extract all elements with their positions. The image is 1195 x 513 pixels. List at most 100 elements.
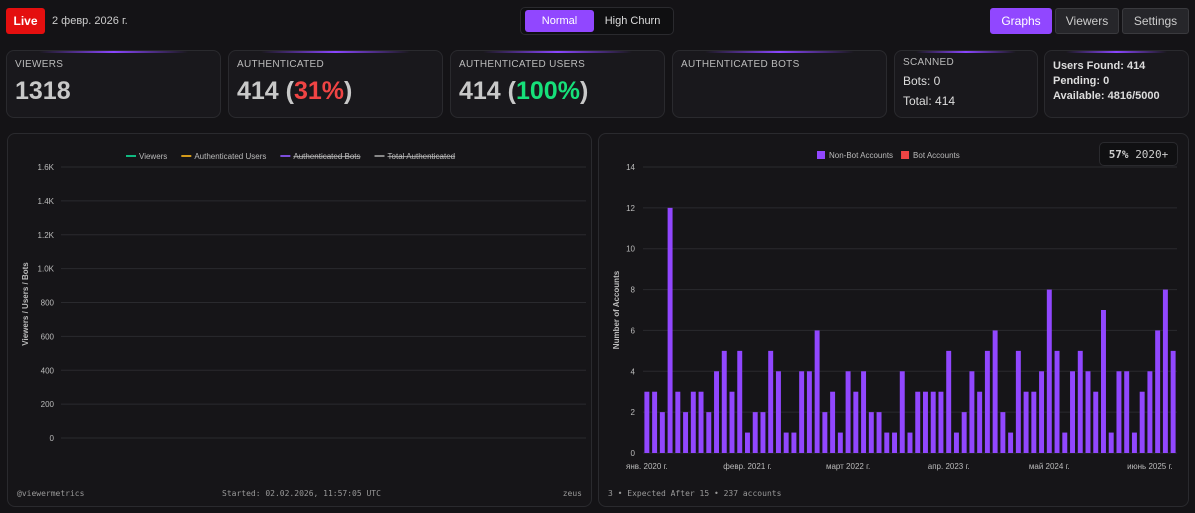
legend-item: Total Authenticated bbox=[388, 152, 456, 161]
authenticated-value: 414 (31%) bbox=[237, 77, 353, 105]
year-filter-badge[interactable]: 57% 2020+ bbox=[1099, 142, 1178, 166]
bar bbox=[1147, 371, 1153, 453]
legend-item: Non-Bot Accounts bbox=[829, 151, 893, 160]
bar bbox=[1155, 330, 1161, 453]
footer-user: zeus bbox=[562, 489, 582, 498]
x-tick-label: март 2022 г. bbox=[826, 462, 870, 471]
bar bbox=[915, 391, 921, 453]
nav-settings-button[interactable]: Settings bbox=[1122, 8, 1189, 34]
bar bbox=[984, 350, 990, 453]
bar bbox=[923, 391, 928, 453]
bar bbox=[1108, 432, 1114, 453]
status-card: Users Found: 414 Pending: 0 Available: 4… bbox=[1044, 50, 1189, 118]
scanned-bots: Bots: 0 bbox=[903, 74, 941, 88]
bar bbox=[837, 432, 843, 453]
bar bbox=[1085, 371, 1091, 453]
bar bbox=[953, 432, 959, 453]
live-badge[interactable]: Live bbox=[6, 8, 45, 34]
available: Available: 4816/5000 bbox=[1053, 90, 1160, 102]
card-label: VIEWERS bbox=[15, 59, 64, 70]
bar bbox=[652, 391, 658, 453]
bar bbox=[1046, 289, 1052, 453]
y-tick-label: 4 bbox=[631, 367, 636, 376]
y-tick-label: 6 bbox=[631, 326, 636, 335]
scanned-total: Total: 414 bbox=[903, 94, 956, 108]
authenticated-users-value: 414 (100%) bbox=[459, 77, 589, 105]
bar bbox=[822, 412, 828, 453]
bar bbox=[675, 391, 681, 453]
bar bbox=[667, 207, 673, 453]
bar bbox=[737, 350, 743, 453]
bar bbox=[1139, 391, 1145, 453]
x-tick-label: май 2024 г. bbox=[1029, 462, 1070, 471]
nav-graphs-button[interactable]: Graphs bbox=[990, 8, 1052, 34]
bar bbox=[1008, 432, 1014, 453]
y-tick-label: 8 bbox=[631, 286, 636, 295]
authenticated-users-card: AUTHENTICATED USERS 414 (100%) bbox=[450, 50, 665, 118]
footer-handle: @viewermetrics bbox=[17, 489, 85, 498]
mode-normal-button[interactable]: Normal bbox=[525, 10, 595, 32]
x-tick-label: июнь 2025 г. bbox=[1127, 462, 1172, 471]
users-found: Users Found: 414 bbox=[1053, 60, 1146, 72]
bar bbox=[806, 371, 812, 453]
nav-viewers-button[interactable]: Viewers bbox=[1055, 8, 1119, 34]
bar bbox=[907, 432, 913, 453]
y-tick-label: 1.2K bbox=[38, 231, 55, 240]
bar bbox=[1116, 371, 1122, 453]
y-tick-label: 200 bbox=[41, 400, 55, 409]
bar bbox=[892, 432, 897, 453]
bar bbox=[729, 391, 735, 453]
bar bbox=[721, 350, 727, 453]
bar bbox=[1077, 350, 1083, 453]
bar bbox=[1000, 412, 1006, 453]
scanned-card: SCANNED Bots: 0 Total: 414 bbox=[894, 50, 1038, 118]
bar bbox=[1054, 350, 1060, 453]
bar bbox=[1015, 350, 1021, 453]
bar bbox=[1062, 432, 1068, 453]
bar bbox=[690, 391, 696, 453]
x-tick-label: янв. 2020 г. bbox=[626, 462, 668, 471]
y-tick-label: 14 bbox=[626, 163, 635, 172]
viewers-chart-panel: 0 200 400 600 800 1.0K 1.2K 1.4K 1.6K Viewers / U… bbox=[7, 133, 592, 507]
badge-percent: 57% bbox=[1108, 147, 1129, 161]
bar bbox=[992, 330, 998, 453]
badge-label: 2020+ bbox=[1135, 147, 1169, 161]
card-label: AUTHENTICATED USERS bbox=[459, 59, 586, 70]
bar bbox=[876, 412, 882, 453]
count: 414 bbox=[237, 77, 279, 105]
percent: 31% bbox=[294, 77, 345, 105]
y-axis-label: Number of Accounts bbox=[612, 270, 621, 349]
legend-swatch bbox=[817, 151, 825, 159]
authenticated-bots-card: AUTHENTICATED BOTS bbox=[672, 50, 887, 118]
bar bbox=[977, 391, 983, 453]
legend-item: Authenticated Users bbox=[194, 152, 266, 161]
bar bbox=[1031, 391, 1037, 453]
bar bbox=[714, 371, 719, 453]
bar bbox=[969, 371, 975, 453]
y-tick-label: 12 bbox=[626, 204, 635, 213]
legend-swatch bbox=[901, 151, 910, 159]
mode-high-churn-button[interactable]: High Churn bbox=[594, 10, 671, 32]
bar bbox=[1093, 391, 1099, 453]
x-tick-label: февр. 2021 г. bbox=[723, 462, 771, 471]
y-tick-label: 1.4K bbox=[38, 197, 55, 206]
y-axis-label: Viewers / Users / Bots bbox=[21, 262, 30, 346]
pending: Pending: 0 bbox=[1053, 75, 1110, 87]
bar bbox=[961, 412, 967, 453]
authenticated-card: AUTHENTICATED 414 (31%) bbox=[228, 50, 443, 118]
bar bbox=[745, 432, 750, 453]
legend-item: Viewers bbox=[139, 152, 167, 161]
y-tick-label: 400 bbox=[41, 366, 55, 375]
bar bbox=[683, 412, 689, 453]
y-tick-label: 2 bbox=[631, 408, 636, 417]
footer-summary: 3 • Expected After 15 • 237 accounts bbox=[608, 489, 782, 498]
bar bbox=[830, 391, 836, 453]
card-label: AUTHENTICATED BOTS bbox=[681, 59, 800, 70]
bar bbox=[760, 412, 766, 453]
legend-item: Bot Accounts bbox=[913, 151, 960, 160]
viewers-card: VIEWERS 1318 bbox=[6, 50, 221, 118]
y-tick-label: 1.0K bbox=[38, 265, 55, 274]
y-tick-label: 0 bbox=[631, 449, 636, 458]
y-tick-label: 0 bbox=[50, 434, 55, 443]
bar bbox=[1023, 391, 1029, 453]
